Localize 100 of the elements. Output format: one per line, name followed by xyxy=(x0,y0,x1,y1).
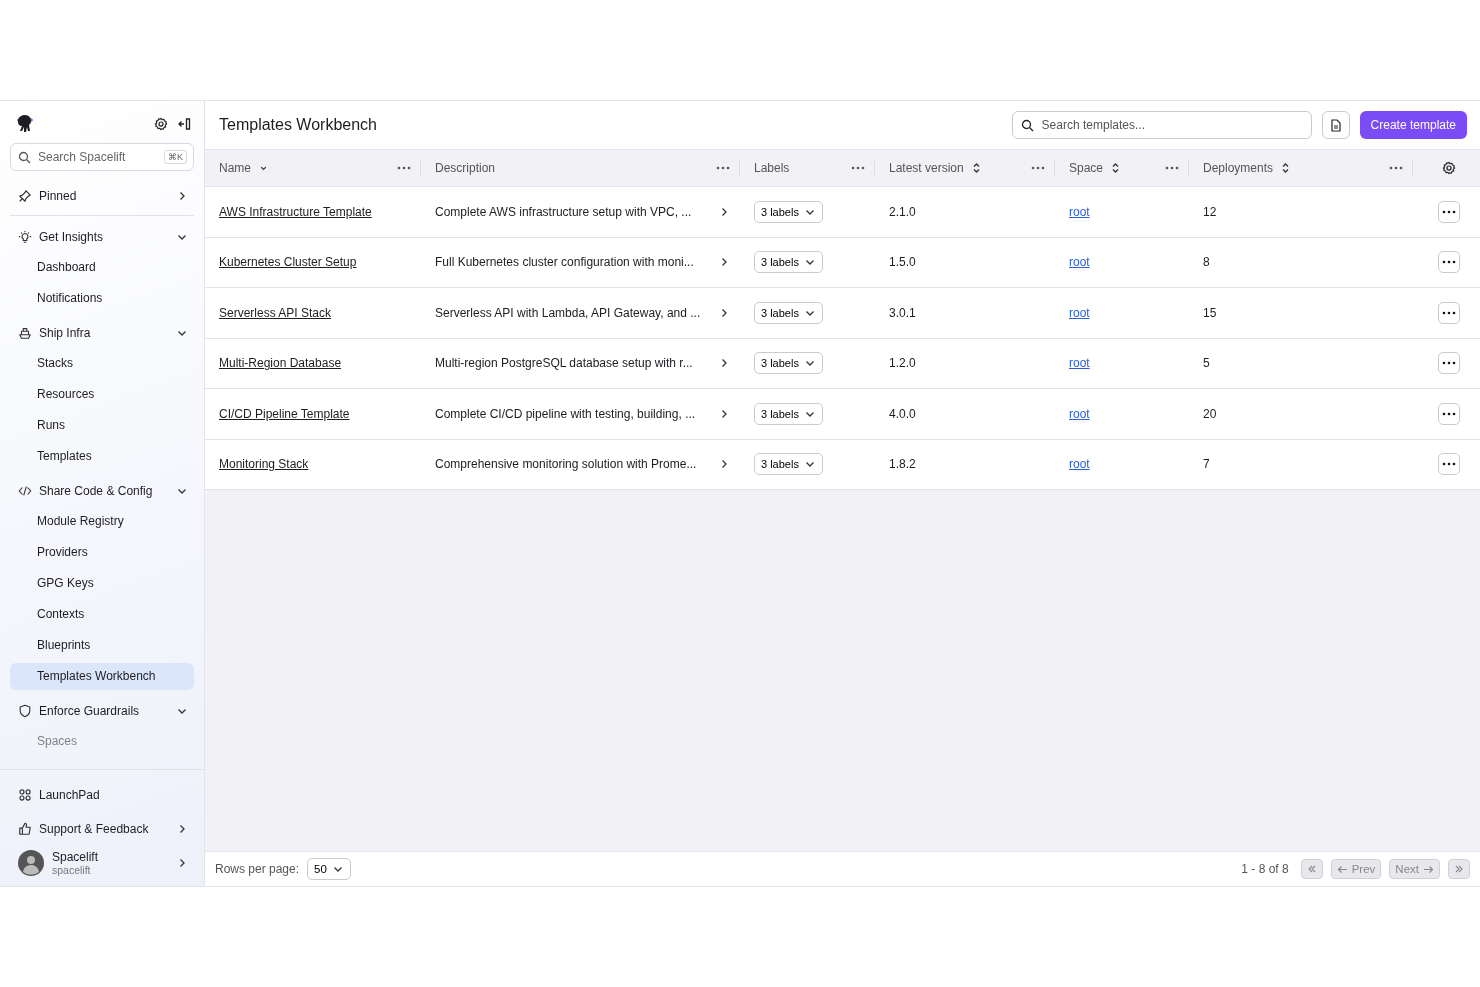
logo-icon[interactable] xyxy=(14,113,36,135)
column-settings-icon[interactable] xyxy=(1441,161,1456,175)
more-icon[interactable] xyxy=(1389,166,1403,170)
page-title: Templates Workbench xyxy=(219,116,378,134)
nav-section[interactable]: Ship Infra xyxy=(0,316,204,350)
nav-section[interactable]: Enforce Guardrails xyxy=(0,694,204,728)
more-icon[interactable] xyxy=(1442,361,1456,366)
template-link[interactable]: Multi-Region Database xyxy=(219,356,342,371)
row-menu-button[interactable] xyxy=(1438,453,1460,476)
document-icon xyxy=(1329,118,1342,132)
more-icon[interactable] xyxy=(851,166,865,170)
space-link[interactable]: root xyxy=(1069,356,1090,371)
arrow-right-icon xyxy=(1423,864,1434,874)
labels-dropdown[interactable]: 3 labels xyxy=(754,352,823,375)
more-icon[interactable] xyxy=(1442,411,1456,416)
nav-item-label: Support & Feedback xyxy=(39,822,150,836)
sort-icon[interactable] xyxy=(1111,162,1121,174)
nav-item[interactable]: GPG Keys xyxy=(10,570,194,597)
row-menu-button[interactable] xyxy=(1438,352,1460,375)
nav-item[interactable]: Blueprints xyxy=(10,632,194,659)
nav-item[interactable]: Stacks xyxy=(10,350,194,377)
column-header[interactable]: Deployments xyxy=(1203,161,1274,175)
row-menu-button[interactable] xyxy=(1438,402,1460,425)
labels-dropdown[interactable]: 3 labels xyxy=(754,402,823,425)
nav-section[interactable]: Pinned xyxy=(0,179,204,213)
column-header[interactable]: Labels xyxy=(754,161,790,175)
column-header[interactable]: Description xyxy=(435,161,496,175)
avatar[interactable] xyxy=(18,850,44,876)
version-cell: 4.0.0 xyxy=(889,406,916,421)
pin-icon xyxy=(18,189,32,203)
more-icon[interactable] xyxy=(397,166,411,170)
collapse-sidebar-icon[interactable] xyxy=(178,117,192,131)
document-button[interactable] xyxy=(1321,111,1350,139)
template-link[interactable]: CI/CD Pipeline Template xyxy=(219,406,350,421)
nav-section-label: Enforce Guardrails xyxy=(39,704,141,718)
sort-icon[interactable] xyxy=(971,162,981,174)
search-field[interactable]: Search templates... xyxy=(1011,111,1312,139)
template-link[interactable]: AWS Infrastructure Template xyxy=(219,204,372,219)
nav-item[interactable]: Spaces xyxy=(10,728,194,755)
nav-section-label: Get Insights xyxy=(39,230,105,244)
nav-item[interactable]: Templates Workbench xyxy=(10,663,194,690)
template-link[interactable]: Serverless API Stack xyxy=(219,305,332,320)
more-icon[interactable] xyxy=(716,166,730,170)
nav-item[interactable]: Support & Feedback xyxy=(0,812,204,846)
space-link[interactable]: root xyxy=(1069,305,1090,320)
deployments-cell: 15 xyxy=(1203,305,1217,320)
description-cell-text: Serverless API with Lambda, API Gateway, and ... xyxy=(435,305,702,320)
version-cell: 1.2.0 xyxy=(889,356,916,371)
nav-item[interactable]: Templates xyxy=(10,443,194,470)
more-icon[interactable] xyxy=(1442,260,1456,265)
row-menu-button[interactable] xyxy=(1438,251,1460,274)
sort-icon[interactable] xyxy=(1281,162,1291,174)
space-link[interactable]: root xyxy=(1069,406,1090,421)
nav-item[interactable]: Resources xyxy=(10,381,194,408)
nav-section[interactable]: Share Code & Config xyxy=(0,474,204,508)
more-icon[interactable] xyxy=(1442,462,1456,467)
nav-item[interactable]: Dashboard xyxy=(10,254,194,281)
thumbs-up-icon xyxy=(18,822,32,836)
column-header[interactable]: Latest version xyxy=(889,161,964,175)
shortcut-hint: ⌘K xyxy=(164,150,187,164)
space-link[interactable]: root xyxy=(1069,255,1090,270)
nav-item[interactable]: Notifications xyxy=(10,285,194,312)
settings-icon[interactable] xyxy=(154,117,168,131)
row-menu-button[interactable] xyxy=(1438,301,1460,324)
page-range: 1 - 8 of 8 xyxy=(1241,862,1289,876)
deployments-cell: 20 xyxy=(1203,406,1217,421)
labels-dropdown[interactable]: 3 labels xyxy=(754,200,823,223)
more-icon[interactable] xyxy=(1165,166,1179,170)
more-icon[interactable] xyxy=(1442,310,1456,315)
more-icon[interactable] xyxy=(1442,209,1456,214)
space-link[interactable]: root xyxy=(1069,457,1090,472)
more-icon[interactable] xyxy=(1031,166,1045,170)
column-header[interactable]: Name xyxy=(219,161,251,175)
column-header[interactable]: Space xyxy=(1069,161,1104,175)
labels-dropdown[interactable]: 3 labels xyxy=(754,301,823,324)
nav-item[interactable]: Contexts xyxy=(10,601,194,628)
double-chevron-right-icon xyxy=(1454,864,1464,874)
nav-item[interactable]: Providers xyxy=(10,539,194,566)
nav-section[interactable]: Get Insights xyxy=(0,220,204,254)
version-cell: 1.5.0 xyxy=(889,255,916,270)
code-icon xyxy=(18,484,32,498)
nav-item[interactable]: Module Registry xyxy=(10,508,194,535)
search-icon xyxy=(18,151,31,164)
description-cell-text: Complete CI/CD pipeline with testing, building, ... xyxy=(435,406,697,421)
description-cell-text: Complete AWS infrastructure setup with VPC, ... xyxy=(435,204,693,219)
description-cell-text: Multi-region PostgreSQL database setup with r... xyxy=(435,356,694,371)
deployments-cell: 12 xyxy=(1203,204,1217,219)
deployments-cell: 8 xyxy=(1203,255,1210,270)
rows-per-page-select[interactable]: 50 xyxy=(307,858,351,880)
template-link[interactable]: Monitoring Stack xyxy=(219,457,309,472)
labels-dropdown[interactable]: 3 labels xyxy=(754,453,823,476)
nav-item[interactable]: Runs xyxy=(10,412,194,439)
grid-icon xyxy=(18,788,32,802)
labels-dropdown[interactable]: 3 labels xyxy=(754,251,823,274)
template-link[interactable]: Kubernetes Cluster Setup xyxy=(219,255,357,270)
create-template-button[interactable]: Create template xyxy=(1359,111,1467,139)
ship-icon xyxy=(18,326,32,340)
row-menu-button[interactable] xyxy=(1438,200,1460,223)
nav-item[interactable]: LaunchPad xyxy=(0,778,204,812)
space-link[interactable]: root xyxy=(1069,204,1090,219)
